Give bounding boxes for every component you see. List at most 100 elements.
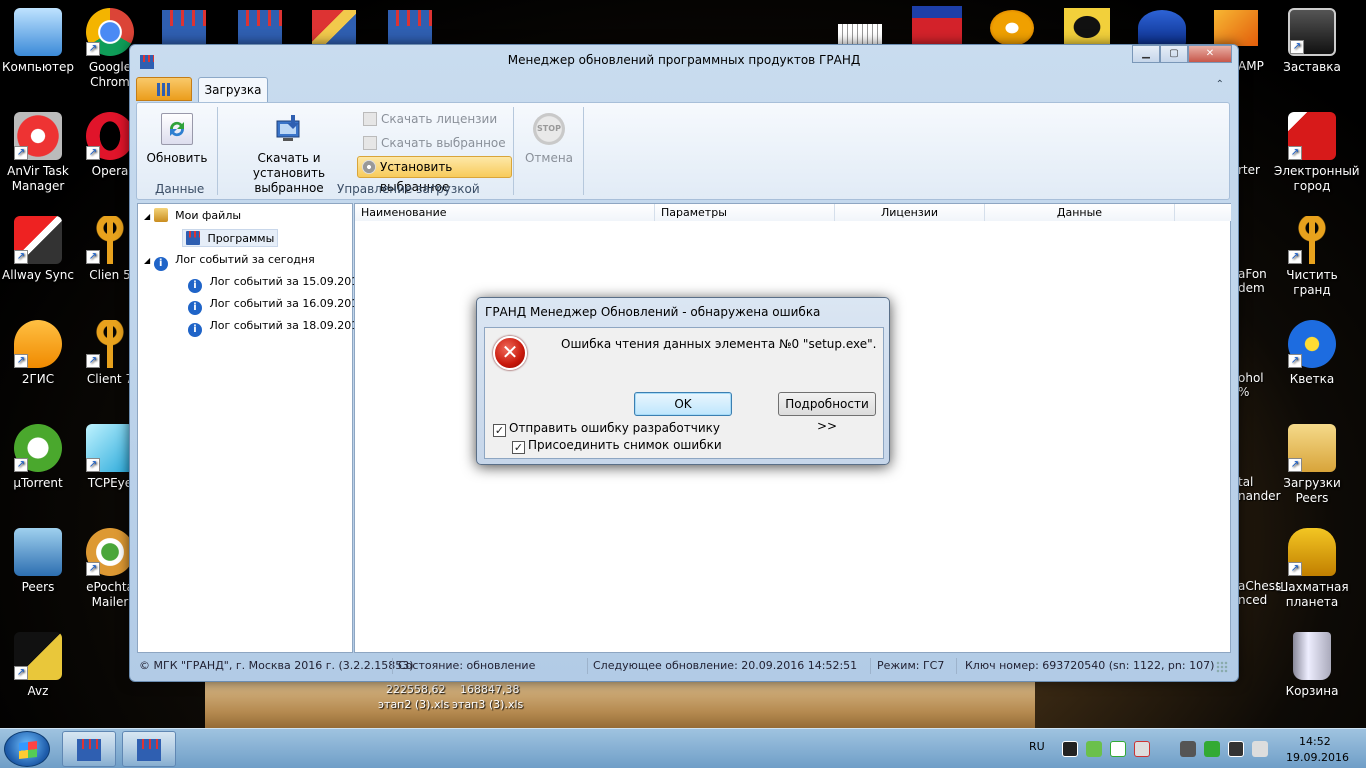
collapse-arrow-icon[interactable]: ◢ [144,256,150,265]
tcpeye-icon: ↗ [86,424,134,472]
tree-node-log-today[interactable]: ◢ i Лог событий за сегодня [144,251,315,271]
tab-download[interactable]: Загрузка [198,77,268,103]
desktop-icon-screensaver[interactable]: ↗ Заставка [1274,8,1350,75]
column-header-licenses[interactable]: Лицензии [835,204,985,221]
key-icon: ↗ [86,320,134,368]
grand-logo-icon [157,83,171,96]
desktop-top-icon[interactable] [388,10,432,46]
download-install-label-2: выбранное [254,181,324,195]
checkbox-check-icon[interactable]: ✓ [493,424,506,437]
tray-app-icon[interactable] [1062,741,1078,757]
chrome-icon: ↗ [86,8,134,56]
desktop-top-icon[interactable] [838,24,882,44]
download-selected-button[interactable]: Скачать выбранное [359,133,510,155]
desktop-file-name[interactable]: этап3 (3).xls [452,698,523,711]
desktop-top-icon[interactable] [162,10,206,46]
refresh-label: Обновить [146,151,208,165]
app-menu-button[interactable] [136,77,192,101]
desktop-icon-allway-sync[interactable]: ↗ Allway Sync [0,216,76,283]
taskbar-item-grand-1[interactable] [62,731,116,767]
resize-grip-icon[interactable] [1216,661,1228,673]
ok-button[interactable]: OK [634,392,732,416]
key-icon: ↗ [86,216,134,264]
desktop-top-icon[interactable] [912,6,962,46]
tree-node-my-files[interactable]: ◢ Мои файлы [144,207,241,225]
column-header-data[interactable]: Данные [985,204,1175,221]
epochta-icon: ↗ [86,528,134,576]
tree-node-log[interactable]: i Лог событий за 16.09.2016 [188,295,365,315]
clock-date[interactable]: 19.09.2016 [1286,751,1349,764]
volume-icon[interactable] [1180,741,1196,757]
home-icon [153,208,168,222]
desktop-icon-chess[interactable]: ↗ Шахматная планета [1274,528,1350,610]
desktop-icon-peers-downloads[interactable]: ↗ Загрузки Peers [1274,424,1350,506]
ribbon-separator [583,107,584,195]
desktop-icon-recycle-bin[interactable]: Корзина [1274,632,1350,699]
refresh-button[interactable]: Обновить [145,113,209,166]
taskbar-item-grand-2[interactable] [122,731,176,767]
install-selected-button[interactable]: Установить выбранное [357,156,512,194]
download-licenses-button[interactable]: Скачать лицензии [359,109,501,131]
column-header-parameters[interactable]: Параметры [655,204,835,221]
tray-monitor-icon[interactable] [1228,741,1244,757]
grand-app-icon [77,739,101,761]
desktop-icon-avz[interactable]: ↗ Avz [0,632,76,699]
desktop-icon-clean-grand[interactable]: ↗ Чистить гранд [1274,216,1350,298]
tree-node-log[interactable]: i Лог событий за 15.09.2016 [188,273,365,293]
status-separator [587,658,588,674]
allway-sync-icon: ↗ [14,216,62,264]
desktop-top-icon[interactable] [990,10,1034,46]
desktop-icon-kvetka[interactable]: ↗ Кветка [1274,320,1350,387]
tree-node-log[interactable]: i Лог событий за 18.09.2016 [188,317,365,337]
desktop-partial-label: ohol % [1238,371,1264,399]
tray-flag-icon[interactable] [1252,741,1268,757]
tree-node-programs[interactable]: Программы [182,229,279,247]
refresh-icon [161,113,193,145]
tray-chat-icon[interactable] [1086,741,1102,757]
desktop-partial-label: AMP [1238,59,1264,73]
status-state: Состояние: обновление [398,659,536,672]
windows-logo-icon [19,741,37,759]
ribbon-collapse-icon[interactable]: ⌃ [1216,79,1224,90]
download-install-label-1: Скачать и установить [252,151,326,180]
error-dialog: ГРАНД Менеджер Обновлений - обнаружена о… [476,297,890,465]
desktop-icon-2gis[interactable]: ↗ 2ГИС [0,320,76,387]
desktop-top-icon[interactable] [1214,10,1258,46]
maximize-button[interactable]: ▢ [1160,45,1188,63]
desktop-icon-computer[interactable]: Компьютер [0,8,76,75]
taskbar: RU 14:52 19.09.2016 [0,728,1366,768]
send-error-checkbox[interactable]: ✓ Отправить ошибку разработчику [493,421,720,437]
checkbox-check-icon[interactable]: ✓ [512,441,525,454]
status-separator [870,658,871,674]
language-indicator[interactable]: RU [1029,740,1045,753]
peers-icon [14,528,62,576]
desktop-top-icon[interactable] [1064,8,1110,46]
desktop-file-name[interactable]: этап2 (3).xls [378,698,449,711]
tray-shield-icon[interactable] [1204,741,1220,757]
column-header-name[interactable]: Наименование [355,204,655,221]
desktop-top-icon[interactable] [238,10,282,46]
desktop-icon-anvir[interactable]: ↗ AnVir Task Manager [0,112,76,194]
close-button[interactable]: ✕ [1188,45,1232,63]
attach-snapshot-checkbox[interactable]: ✓ Присоединить снимок ошибки [512,438,722,454]
window-title: Менеджер обновлений программных продукто… [507,53,861,67]
status-key: Ключ номер: 693720540 (sn: 1122, pn: 107… [965,659,1215,672]
cancel-button[interactable]: STOP Отмена [519,113,579,166]
desktop-icon-e-city[interactable]: ↗ Электронный город [1274,112,1360,194]
dialog-title: ГРАНД Менеджер Обновлений - обнаружена о… [485,305,821,319]
desktop-icon-utorrent[interactable]: ↗ µTorrent [0,424,76,491]
start-button[interactable] [4,731,50,767]
desktop-partial-label: rter [1238,163,1260,177]
minimize-button[interactable]: ▁ [1132,45,1160,63]
status-separator [956,658,957,674]
tray-sync-icon[interactable] [1110,741,1126,757]
clock-time[interactable]: 14:52 [1299,735,1331,748]
download-install-button[interactable]: Скачать и установить выбранное [225,113,353,196]
desktop-top-icon[interactable] [1138,10,1186,46]
desktop-top-icon[interactable] [312,10,356,46]
collapse-arrow-icon[interactable]: ◢ [144,212,150,221]
navigation-tree: ◢ Мои файлы Программы ◢ i Лог событий за… [137,203,365,653]
details-button[interactable]: Подробности >> [778,392,876,433]
tray-network-icon[interactable] [1134,741,1150,757]
desktop-icon-peers[interactable]: Peers [0,528,76,595]
